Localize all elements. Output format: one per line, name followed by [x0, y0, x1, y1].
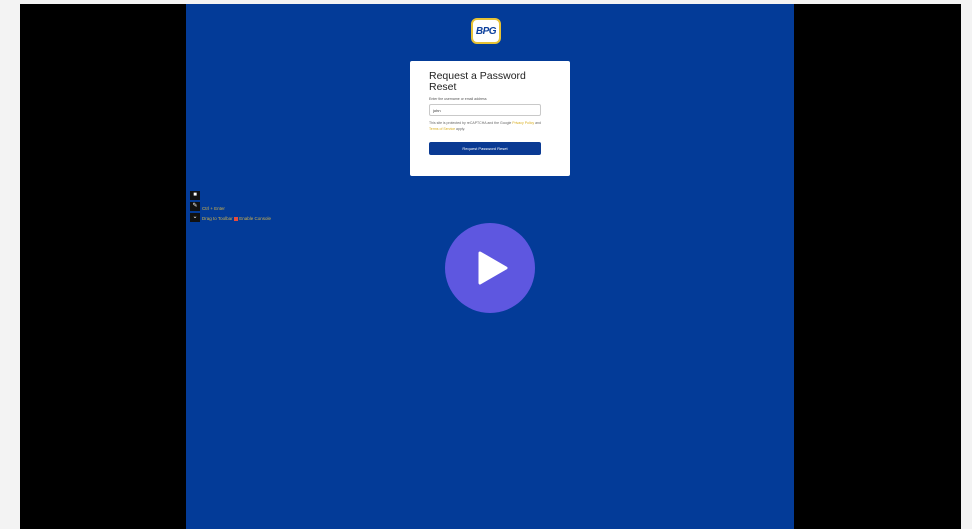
terms-of-service-link[interactable]: Terms of Service — [429, 127, 455, 131]
console-note-suffix: Enable Console — [239, 216, 271, 221]
shortcut-note: Ctrl + Enter — [202, 206, 225, 211]
recaptcha-notice: This site is protected by reCAPTCHA and … — [429, 120, 551, 132]
play-button[interactable] — [445, 223, 535, 313]
play-icon — [478, 251, 508, 285]
chevron-icon[interactable]: ⌄ — [190, 213, 200, 222]
card-instruction: Enter the username or email address — [429, 97, 487, 101]
password-reset-card: Request a Password Reset Enter the usern… — [410, 61, 570, 176]
card-title: Request a Password Reset — [429, 70, 526, 93]
side-toolbar: ■ ✎ ⌄ — [190, 191, 200, 224]
console-note-prefix: Drag to Toolbar — [202, 216, 233, 221]
username-input[interactable] — [429, 104, 541, 116]
privacy-policy-link[interactable]: Privacy Policy — [512, 121, 534, 125]
notice-and: and — [535, 121, 541, 125]
console-note: Drag to Toolbar Enable Console — [202, 216, 271, 221]
edit-icon[interactable]: ✎ — [190, 202, 200, 211]
flag-icon — [233, 216, 238, 221]
notice-suffix: apply. — [456, 127, 466, 131]
request-reset-button[interactable]: Request Password Reset — [429, 142, 541, 155]
video-player: BPG Request a Password Reset Enter the u… — [20, 4, 961, 529]
video-frame: BPG Request a Password Reset Enter the u… — [186, 4, 794, 529]
notice-prefix: This site is protected by reCAPTCHA and … — [429, 121, 512, 125]
bpg-logo: BPG — [471, 18, 501, 44]
stop-icon[interactable]: ■ — [190, 191, 200, 200]
